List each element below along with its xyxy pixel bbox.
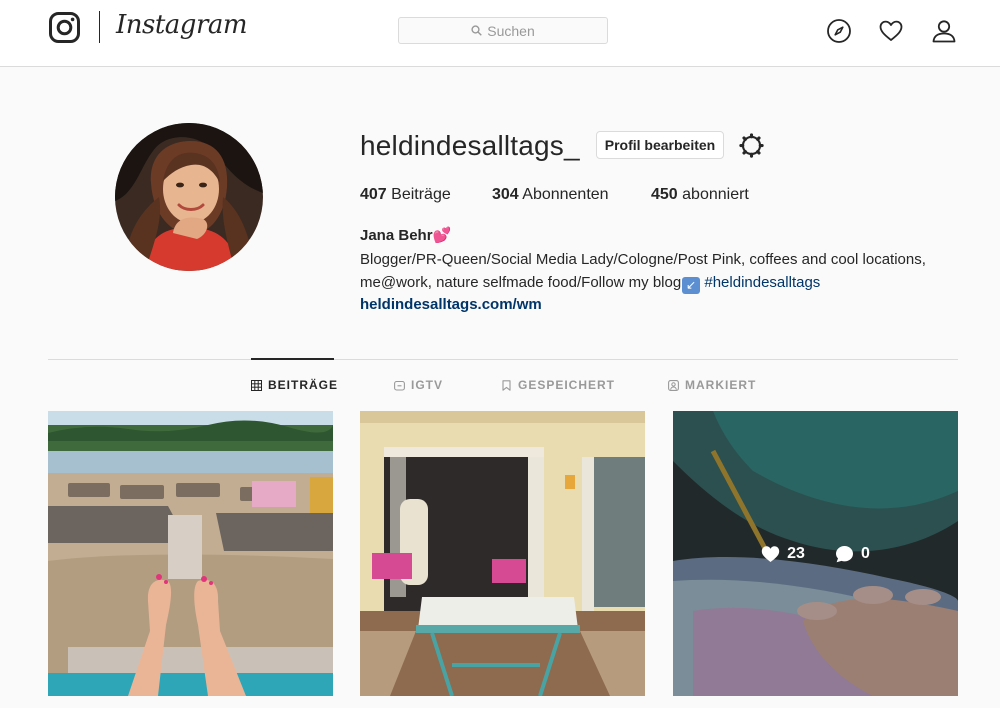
profile-avatar[interactable] [115, 123, 263, 271]
tab-saved-label: GESPEICHERT [518, 378, 616, 392]
followers-count: 304 [492, 186, 519, 203]
followers-label: Abonnenten [522, 186, 609, 203]
search-icon [471, 25, 483, 36]
tab-posts[interactable]: BEITRÄGE [251, 377, 338, 393]
edit-profile-button[interactable]: Profil bearbeiten [596, 131, 724, 159]
likes-value: 23 [787, 544, 805, 562]
person-icon[interactable] [931, 18, 957, 44]
instagram-wordmark[interactable]: Instagram [116, 10, 248, 40]
arrow-down-left-emoji: ↙ [682, 277, 701, 294]
filled-heart-icon [761, 545, 780, 562]
avatar-photo [115, 123, 263, 271]
tag-person-icon [668, 379, 679, 391]
tab-tagged[interactable]: MARKIERT [668, 377, 756, 393]
beach-lounger-feet-photo [48, 411, 333, 696]
brand-divider [99, 11, 100, 43]
profile-username: heldindesalltags_ [360, 130, 580, 161]
bookmark-icon [502, 379, 511, 391]
tab-tagged-label: MARKIERT [685, 378, 757, 392]
post-tile-beach[interactable] [48, 411, 333, 696]
post-tile-bag[interactable]: 23 0 [673, 411, 958, 696]
comments-count: 0 [835, 545, 870, 563]
full-name-text: Jana Behr [360, 227, 433, 244]
tab-igtv[interactable]: IGTV [394, 377, 443, 393]
following-count: 450 [651, 186, 678, 203]
bio-line-2: me@work, nature selfmade food/Follow my … [360, 274, 682, 291]
search-box[interactable]: Suchen [398, 17, 608, 44]
tab-posts-label: BEITRÄGE [268, 378, 339, 392]
heart-icon[interactable] [878, 18, 904, 44]
compass-icon[interactable] [826, 18, 852, 44]
tabs-divider [48, 359, 958, 360]
profile-stats: 407 Beiträge 304 Abonnenten 450 abonnier… [360, 186, 749, 204]
profile-bio: Blogger/PR-Queen/Social Media Lady/Colog… [360, 248, 970, 294]
following-label: abonniert [682, 186, 749, 203]
bio-line-1: Blogger/PR-Queen/Social Media Lady/Colog… [360, 251, 926, 268]
top-navigation-bar: Instagram Suchen [0, 0, 1000, 67]
two-hearts-emoji: 💕 [432, 227, 452, 244]
gear-icon[interactable] [739, 133, 764, 158]
instagram-camera-icon[interactable] [49, 12, 80, 43]
grid-icon [251, 379, 262, 391]
post-tile-cafe[interactable] [360, 411, 645, 696]
cafe-terrace-photo [360, 411, 645, 696]
comments-value: 0 [860, 544, 870, 562]
stat-posts: 407 Beiträge [360, 186, 492, 204]
post-hover-overlay[interactable]: 23 0 [673, 411, 958, 696]
active-tab-indicator [251, 358, 334, 360]
posts-label: Beiträge [391, 186, 451, 203]
stat-followers[interactable]: 304 Abonnenten [492, 186, 651, 204]
search-placeholder: Suchen [487, 22, 535, 39]
posts-count: 407 [360, 186, 387, 203]
tab-igtv-label: IGTV [411, 378, 444, 392]
stat-following[interactable]: 450 abonniert [651, 186, 749, 204]
comment-bubble-icon [835, 545, 853, 562]
likes-count: 23 [761, 545, 805, 563]
bio-hashtag-link[interactable]: #heldindesalltags [704, 274, 820, 291]
profile-full-name: Jana Behr💕 [360, 226, 451, 244]
profile-website-link[interactable]: heldindesalltags.com/wm [360, 296, 542, 313]
igtv-icon [394, 380, 405, 391]
tab-saved[interactable]: GESPEICHERT [501, 377, 615, 393]
